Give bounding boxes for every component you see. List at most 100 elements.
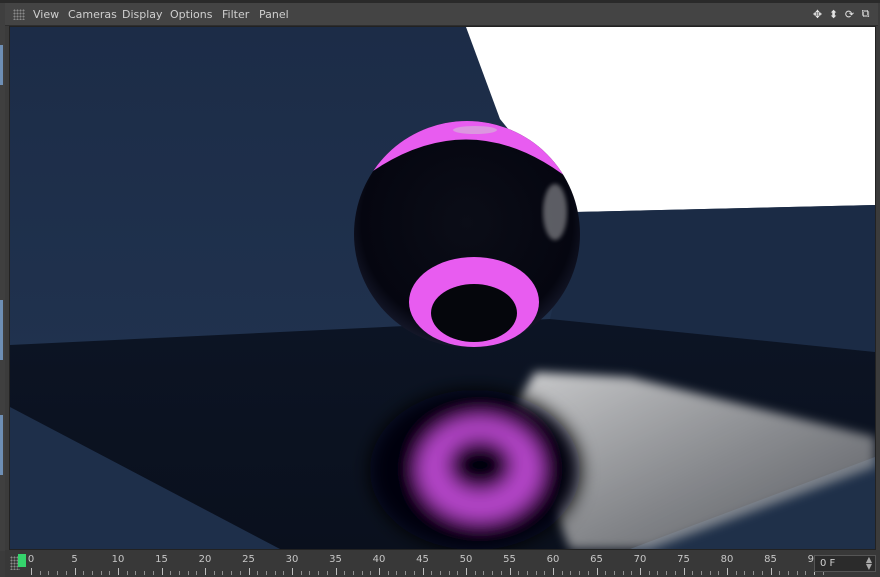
timeline-label: 15 <box>155 554 168 565</box>
timeline-tick <box>387 571 389 575</box>
timeline-tick <box>205 568 206 575</box>
timeline-tick <box>735 571 737 575</box>
timeline-tick <box>379 568 380 575</box>
timeline-tick <box>152 571 154 575</box>
timeline-label: 25 <box>242 554 255 565</box>
timeline-tick <box>483 571 485 575</box>
menu-display[interactable]: Display <box>122 8 163 21</box>
timeline-tick <box>396 571 398 575</box>
timeline-tick <box>135 571 137 575</box>
timeline-tick <box>248 568 250 575</box>
menu-options[interactable]: Options <box>170 8 212 21</box>
timeline-tick <box>196 571 198 575</box>
timeline-tick <box>466 568 467 575</box>
view-navigation-icons: ✥ ⬍ ⟳ ⧉ <box>811 7 872 21</box>
frame-spinner-icon[interactable]: ▲ ▼ <box>866 556 872 571</box>
timeline-tick <box>579 571 581 575</box>
left-toolbar-tab[interactable] <box>0 415 3 475</box>
timeline-tick <box>787 571 789 575</box>
timeline-tick <box>744 571 746 575</box>
timeline-tick <box>178 571 180 575</box>
timeline-tick <box>213 571 215 575</box>
timeline-tick <box>309 571 311 575</box>
timeline-label: 60 <box>546 554 560 565</box>
timeline-tick <box>126 571 128 575</box>
timeline-tick <box>48 571 50 575</box>
render-viewport[interactable] <box>9 26 876 550</box>
timeline-tick <box>709 571 711 575</box>
timeline-tick <box>422 568 424 575</box>
timeline-label: 45 <box>416 554 429 565</box>
timeline-tick <box>640 568 641 575</box>
left-toolbar-tab[interactable] <box>0 300 3 360</box>
left-toolbar-tab[interactable] <box>0 45 3 85</box>
timeline-tick <box>587 571 589 575</box>
timeline[interactable]: 051015202530354045505560657075808590 0 F… <box>5 550 880 577</box>
timeline-tick <box>413 571 415 575</box>
menu-view[interactable]: View <box>33 8 59 21</box>
menu-cameras[interactable]: Cameras <box>68 8 117 21</box>
timeline-tick <box>761 571 763 575</box>
timeline-tick <box>631 571 633 575</box>
current-frame-field[interactable]: 0 F ▲ ▼ <box>814 555 876 572</box>
timeline-tick <box>265 571 267 575</box>
timeline-label: 70 <box>633 554 647 565</box>
timeline-tick <box>257 571 259 575</box>
current-frame-value: 0 F <box>820 558 836 569</box>
timeline-tick <box>292 568 293 575</box>
timeline-label: 20 <box>198 554 212 565</box>
timeline-label: 5 <box>71 554 78 565</box>
timeline-tick <box>457 571 459 575</box>
timeline-tick <box>370 571 372 575</box>
timeline-tick <box>352 571 354 575</box>
move-view-icon[interactable]: ✥ <box>811 7 824 21</box>
timeline-label: 50 <box>459 554 473 565</box>
timeline-label: 75 <box>677 554 690 565</box>
timeline-tick <box>492 571 494 575</box>
timeline-tick <box>65 571 67 575</box>
timeline-tick <box>770 568 772 575</box>
timeline-tick <box>509 568 511 575</box>
timeline-tick <box>692 571 694 575</box>
timeline-tick <box>613 571 615 575</box>
dolly-view-icon[interactable]: ⬍ <box>827 7 840 21</box>
timeline-tick <box>605 571 607 575</box>
timeline-tick <box>161 568 163 575</box>
timeline-ruler[interactable]: 051015202530354045505560657075808590 <box>17 550 824 577</box>
timeline-tick <box>31 568 32 575</box>
timeline-tick <box>170 571 172 575</box>
panel-grip-icon[interactable] <box>13 9 25 20</box>
timeline-label: 0 <box>27 554 35 565</box>
timeline-tick <box>448 571 450 575</box>
timeline-tick <box>596 568 598 575</box>
timeline-tick <box>300 571 302 575</box>
maximize-view-icon[interactable]: ⧉ <box>859 7 872 21</box>
timeline-tick <box>796 571 798 575</box>
timeline-tick <box>100 571 102 575</box>
rendered-scene <box>10 27 875 549</box>
timeline-tick <box>657 571 659 575</box>
timeline-tick <box>431 571 433 575</box>
timeline-tick <box>500 571 502 575</box>
timeline-label: 65 <box>590 554 603 565</box>
timeline-tick <box>553 568 554 575</box>
timeline-tick <box>187 571 189 575</box>
timeline-label: 80 <box>720 554 734 565</box>
timeline-tick <box>405 571 407 575</box>
timeline-tick <box>318 571 320 575</box>
sphere-reflection <box>370 390 580 549</box>
timeline-tick <box>544 571 546 575</box>
timeline-tick <box>344 571 346 575</box>
timeline-tick <box>753 571 755 575</box>
timeline-tick <box>74 568 76 575</box>
timeline-tick <box>39 571 41 575</box>
timeline-tick <box>700 571 702 575</box>
menu-panel[interactable]: Panel <box>259 8 289 21</box>
rotate-view-icon[interactable]: ⟳ <box>843 7 856 21</box>
timeline-tick <box>805 571 807 575</box>
menu-filter[interactable]: Filter <box>222 8 249 21</box>
timeline-playhead[interactable] <box>18 554 26 567</box>
sphere-ring-hole <box>431 284 517 342</box>
timeline-tick <box>326 571 328 575</box>
timeline-tick <box>526 571 528 575</box>
